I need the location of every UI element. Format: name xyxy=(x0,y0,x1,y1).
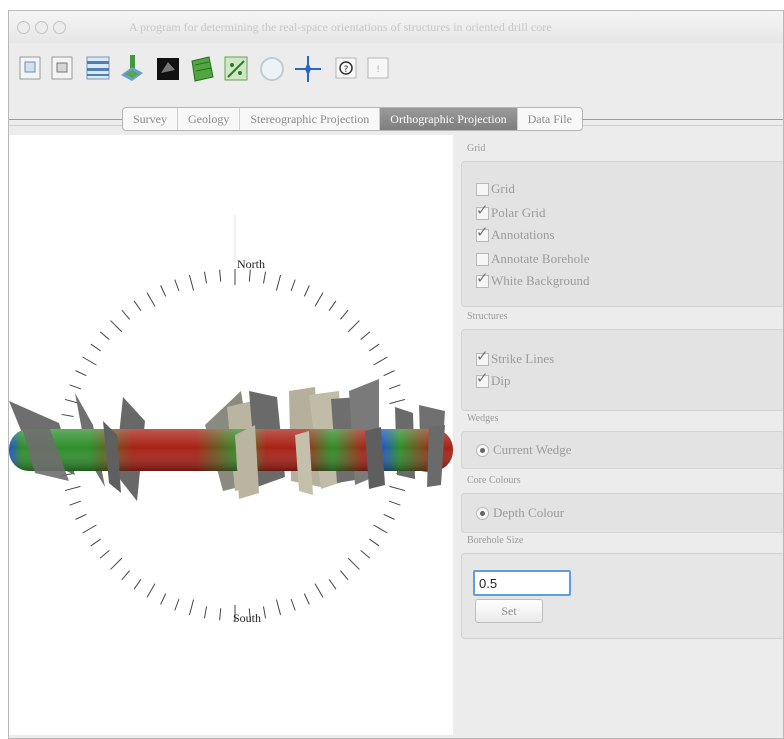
dip-checkbox[interactable] xyxy=(476,370,489,388)
dip-checkbox-row[interactable]: Dip xyxy=(476,370,511,390)
save-file-icon[interactable] xyxy=(49,53,75,83)
borehole-size-box xyxy=(461,553,783,639)
core-colours-section-title: Core Colours xyxy=(467,475,521,486)
wedges-options-box: Current Wedge xyxy=(461,431,783,469)
borehole-size-section-title: Borehole Size xyxy=(467,535,524,546)
annotations-checkbox[interactable] xyxy=(476,224,489,242)
tab-survey[interactable]: Survey xyxy=(123,108,178,130)
tab-stereographic-projection[interactable]: Stereographic Projection xyxy=(240,108,381,130)
sphere-icon[interactable] xyxy=(259,53,285,83)
core-colours-options-box: Depth Colour xyxy=(461,493,783,533)
annotate-borehole-checkbox-row[interactable]: Annotate Borehole xyxy=(476,250,590,268)
borehole-size-input[interactable] xyxy=(473,570,571,596)
green-map-icon[interactable] xyxy=(189,53,215,83)
plot-canvas xyxy=(9,215,453,621)
title-bar: A program for determining the real-space… xyxy=(9,11,783,43)
core-3d-icon[interactable] xyxy=(119,53,145,83)
open-file-icon[interactable] xyxy=(17,53,43,83)
compass-star-icon[interactable] xyxy=(295,53,321,83)
current-wedge-radio[interactable] xyxy=(476,443,489,457)
table-icon[interactable] xyxy=(85,53,111,83)
south-label: South xyxy=(233,611,262,625)
structures-options-box: Strike Lines Dip xyxy=(461,329,783,411)
help-icon[interactable]: ? xyxy=(333,53,359,83)
north-label: North xyxy=(237,257,265,271)
zoom-window-button[interactable] xyxy=(53,21,66,34)
tab-data-file[interactable]: Data File xyxy=(518,108,582,130)
set-button[interactable]: Set xyxy=(475,599,543,623)
grid-checkbox[interactable] xyxy=(476,182,489,196)
depth-colour-radio[interactable] xyxy=(476,506,489,520)
close-window-button[interactable] xyxy=(17,21,30,34)
tab-bar: Survey Geology Stereographic Projection … xyxy=(122,107,583,131)
minimize-window-button[interactable] xyxy=(35,21,48,34)
white-background-checkbox[interactable] xyxy=(476,270,489,288)
structures-section-title: Structures xyxy=(467,311,508,322)
app-window: A program for determining the real-space… xyxy=(8,10,784,739)
polar-grid-checkbox[interactable] xyxy=(476,202,489,220)
svg-text:!: ! xyxy=(376,65,380,75)
orthographic-plot[interactable]: North South xyxy=(9,135,453,735)
strike-lines-checkbox[interactable] xyxy=(476,348,489,366)
green-plot-icon[interactable] xyxy=(223,53,249,83)
annotations-checkbox-row[interactable]: Annotations xyxy=(476,224,555,244)
black-square-icon[interactable] xyxy=(155,53,181,83)
grid-checkbox-row[interactable]: Grid xyxy=(476,180,515,198)
grid-options-box: Grid Polar Grid Annotations Annotate Bor… xyxy=(461,161,783,307)
annotate-borehole-checkbox[interactable] xyxy=(476,252,489,266)
info-icon[interactable]: ! xyxy=(365,53,391,83)
depth-colour-radio-row[interactable]: Depth Colour xyxy=(476,504,564,522)
window-title: A program for determining the real-space… xyxy=(129,20,552,34)
white-background-checkbox-row[interactable]: White Background xyxy=(476,270,590,290)
tab-orthographic-projection[interactable]: Orthographic Projection xyxy=(380,108,518,130)
settings-panel: Grid Grid Polar Grid Annotations Annotat… xyxy=(455,137,783,737)
svg-text:?: ? xyxy=(344,65,349,75)
strike-lines-checkbox-row[interactable]: Strike Lines xyxy=(476,348,554,368)
tab-geology[interactable]: Geology xyxy=(178,108,241,130)
current-wedge-radio-row[interactable]: Current Wedge xyxy=(476,441,572,459)
toolbar: ? ! xyxy=(9,45,783,126)
grid-section-title: Grid xyxy=(467,143,486,154)
polar-grid-checkbox-row[interactable]: Polar Grid xyxy=(476,202,546,222)
wedges-section-title: Wedges xyxy=(467,413,499,424)
